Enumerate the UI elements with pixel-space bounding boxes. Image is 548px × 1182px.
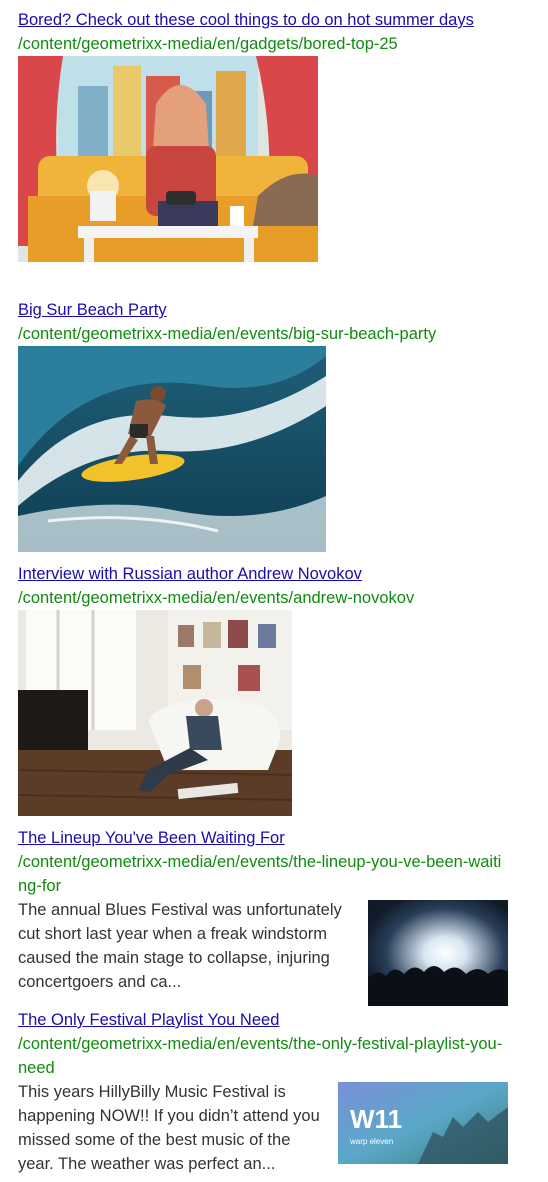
result-path: /content/geometrixx-media/en/events/the-… [18,853,502,895]
result-snippet: This years HillyBilly Music Festival is … [18,1083,320,1173]
result-snippet: The annual Blues Festival was unfortunat… [18,901,342,991]
search-result: Interview with Russian author Andrew Nov… [18,562,508,826]
search-result: Big Sur Beach Party /content/geometrixx-… [18,298,508,562]
result-title-link[interactable]: The Only Festival Playlist You Need [18,1008,508,1032]
search-result: The Only Festival Playlist You Need /con… [18,1008,508,1176]
warp-eleven-logo-icon[interactable]: W11 warp eleven [338,1082,508,1164]
result-title-link[interactable]: Bored? Check out these cool things to do… [18,8,508,32]
result-title-link[interactable]: Interview with Russian author Andrew Nov… [18,562,508,586]
logo-caption: warp eleven [349,1137,393,1146]
result-path: /content/geometrixx-media/en/events/the-… [18,1035,503,1077]
result-path: /content/geometrixx-media/en/events/big-… [18,325,437,343]
logo-mark: W11 [350,1104,402,1134]
illustration-girl-gaming-icon[interactable] [18,56,318,262]
search-results: Bored? Check out these cool things to do… [18,8,508,1176]
search-result: The Lineup You've Been Waiting For /cont… [18,826,508,1008]
result-path: /content/geometrixx-media/en/events/andr… [18,589,415,607]
result-body: This years HillyBilly Music Festival is … [18,1080,508,1176]
result-title-link[interactable]: The Lineup You've Been Waiting For [18,826,508,850]
search-result: Bored? Check out these cool things to do… [18,8,508,298]
result-body: The annual Blues Festival was unfortunat… [18,898,508,1006]
result-path: /content/geometrixx-media/en/gadgets/bor… [18,35,398,53]
author-room-photo-icon[interactable] [18,610,292,816]
result-title-link[interactable]: Big Sur Beach Party [18,298,508,322]
surfer-photo-icon[interactable] [18,346,326,552]
concert-crowd-photo-icon[interactable] [368,900,508,1006]
